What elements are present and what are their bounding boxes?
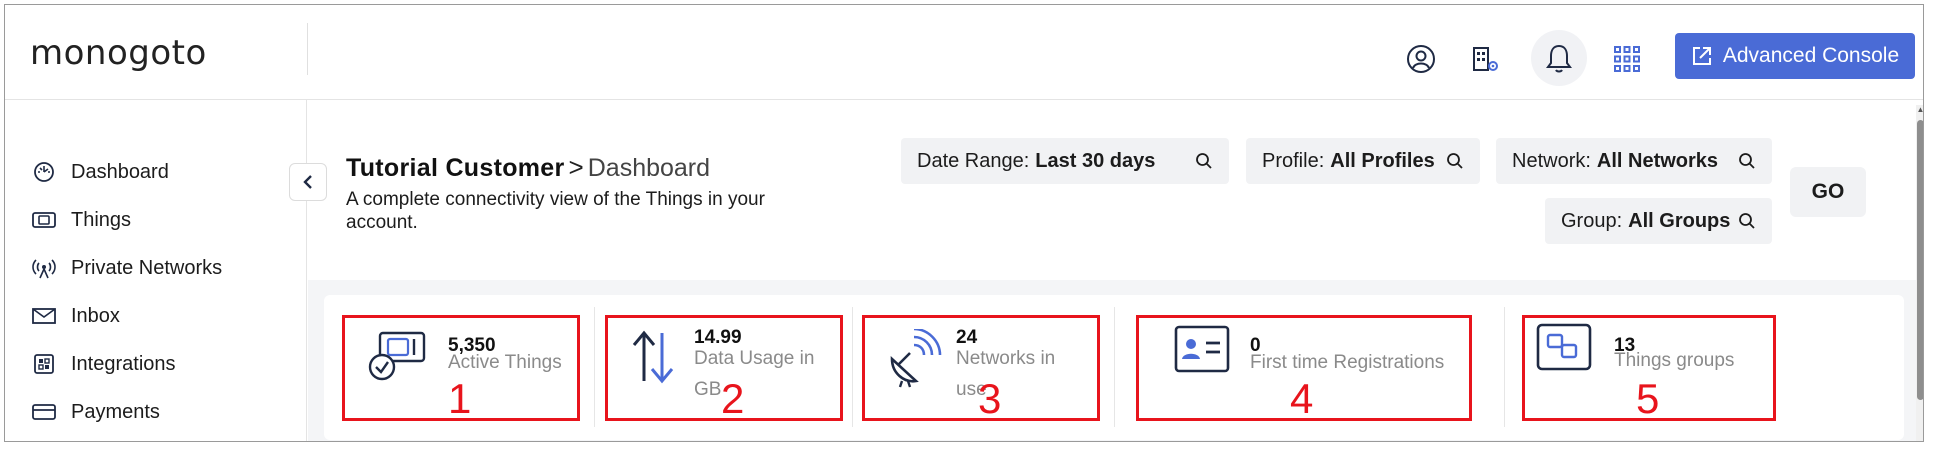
sidebar-collapse-button[interactable]	[289, 163, 327, 201]
annotation-number: 4	[1290, 375, 1314, 422]
breadcrumb-root[interactable]: Tutorial Customer	[346, 154, 565, 183]
divider	[307, 23, 308, 75]
chevron-left-icon	[303, 175, 312, 189]
sidebar-item-label: Payments	[71, 400, 160, 423]
profile-filter[interactable]: Profile: All Profiles	[1246, 138, 1480, 184]
breadcrumb: Tutorial Customer > Dashboard	[346, 152, 710, 183]
user-circle-icon[interactable]	[1403, 41, 1439, 77]
main-content: Tutorial Customer > Dashboard A complete…	[308, 100, 1923, 441]
annotation-number: 3	[978, 375, 1002, 422]
annotation-number: 1	[448, 375, 472, 422]
filter-value: Last 30 days	[1035, 149, 1156, 172]
annotation-number: 5	[1636, 375, 1660, 422]
divider	[1504, 307, 1505, 427]
sim-card-icon	[31, 207, 57, 233]
credit-card-icon	[31, 399, 57, 425]
notifications-button[interactable]	[1531, 30, 1587, 86]
integrations-icon	[31, 351, 57, 377]
sidebar-item-label: Things	[71, 208, 132, 231]
go-button[interactable]: GO	[1790, 167, 1866, 217]
search-icon	[1195, 152, 1213, 170]
top-bar: monogoto Advanced Console	[5, 5, 1923, 100]
sidebar-item-inbox[interactable]: Inbox	[31, 301, 120, 331]
search-icon	[1738, 152, 1756, 170]
sidebar-item-payments[interactable]: Payments	[31, 397, 160, 427]
filter-value: All Networks	[1596, 149, 1719, 172]
apps-grid-icon[interactable]	[1609, 41, 1645, 77]
filter-key: Network:	[1512, 149, 1591, 172]
sidebar-item-dashboard[interactable]: Dashboard	[31, 157, 169, 187]
sidebar: Dashboard Things Private Networks Inbox …	[5, 100, 307, 441]
breadcrumb-separator: >	[568, 152, 584, 182]
dashboard-icon	[31, 159, 57, 185]
logo[interactable]: monogoto	[30, 33, 207, 73]
group-filter[interactable]: Group: All Groups	[1545, 198, 1772, 244]
external-link-icon	[1692, 47, 1711, 65]
sidebar-item-integrations[interactable]: Integrations	[31, 349, 176, 379]
page-subtitle: A complete connectivity view of the Thin…	[346, 189, 765, 233]
scroll-up-arrow-icon[interactable]: ▲	[1916, 105, 1923, 115]
sidebar-item-label: Private Networks	[71, 256, 223, 279]
sidebar-item-private-networks[interactable]: Private Networks	[31, 253, 222, 283]
divider	[594, 307, 595, 427]
antenna-icon	[31, 255, 57, 281]
divider	[852, 307, 853, 427]
date-range-filter[interactable]: Date Range: Last 30 days	[901, 138, 1229, 184]
search-icon	[1446, 152, 1464, 170]
breadcrumb-current: Dashboard	[587, 154, 711, 182]
sidebar-item-label: Integrations	[71, 352, 176, 375]
search-icon	[1738, 212, 1756, 230]
stats-panel: 5,350 Active Things 1 14.99 Data Usage i…	[324, 295, 1904, 440]
mail-icon	[31, 303, 57, 329]
divider	[1114, 307, 1115, 427]
filter-key: Date Range:	[917, 149, 1030, 172]
app-window: monogoto Advanced Console Dashboard Thin…	[4, 4, 1924, 442]
sidebar-item-things[interactable]: Things	[31, 205, 131, 235]
page-header: Tutorial Customer > Dashboard A complete…	[308, 100, 1923, 280]
sidebar-item-label: Inbox	[71, 304, 120, 327]
filter-value: All Groups	[1628, 209, 1731, 232]
advanced-console-label: Advanced Console	[1722, 44, 1900, 67]
network-filter[interactable]: Network: All Networks	[1496, 138, 1772, 184]
filter-key: Group:	[1561, 209, 1623, 232]
bell-icon	[1546, 44, 1572, 73]
advanced-console-button[interactable]: Advanced Console	[1675, 33, 1915, 79]
filter-key: Profile:	[1262, 149, 1325, 172]
annotation-number: 2	[721, 375, 745, 422]
scrollbar-thumb[interactable]	[1917, 120, 1923, 400]
filter-value: All Profiles	[1330, 149, 1435, 172]
sidebar-item-label: Dashboard	[71, 160, 169, 183]
building-settings-icon[interactable]	[1467, 41, 1503, 77]
